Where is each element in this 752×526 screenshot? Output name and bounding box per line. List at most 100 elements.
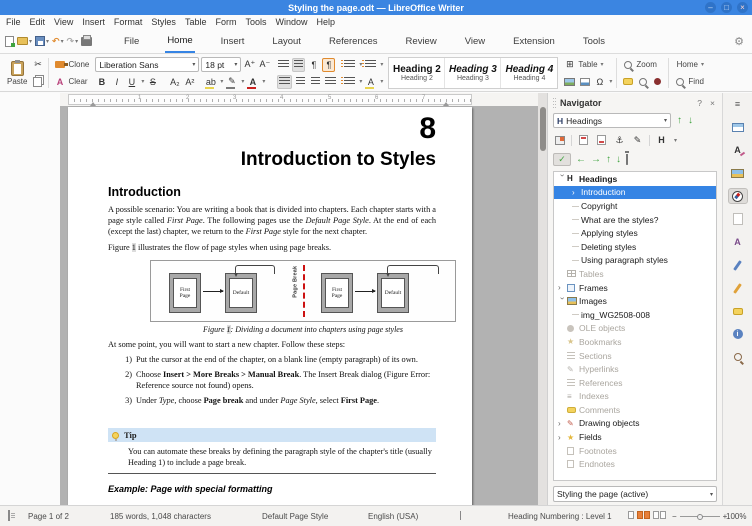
expander-icon[interactable]: › — [572, 188, 581, 197]
copy-button[interactable] — [31, 75, 44, 89]
text-direction-button[interactable]: ¶ — [322, 58, 335, 72]
table-dropdown-icon[interactable]: ▾ — [601, 61, 604, 68]
tree-item-copyright[interactable]: Copyright — [554, 199, 716, 213]
figure[interactable]: First Page Default Page Break First Page… — [150, 260, 456, 334]
document-selector-dropdown-icon[interactable]: ▾ — [710, 491, 713, 498]
tree-item-deleting-styles[interactable]: Deleting styles — [554, 240, 716, 254]
increase-indent-button[interactable] — [277, 58, 290, 72]
record-track-changes-button[interactable] — [651, 75, 664, 89]
sidebar-tab-comments[interactable] — [728, 303, 748, 319]
book-view-button-2[interactable] — [660, 511, 666, 519]
zoom-slider[interactable]: −+ — [672, 512, 727, 521]
menu-insert[interactable]: Insert — [82, 17, 105, 27]
open-button[interactable]: ▾ — [17, 37, 32, 45]
navigator-close-button[interactable]: × — [708, 98, 717, 108]
content-navigation-view-button[interactable]: ✓ — [553, 153, 571, 166]
expander-icon[interactable]: › — [558, 433, 567, 442]
navigator-document-selector[interactable]: Styling the page (active) ▾ — [553, 486, 717, 502]
maximize-button[interactable]: □ — [721, 2, 732, 13]
tree-item-applying-styles[interactable]: Applying styles — [554, 226, 716, 240]
font-name-combobox[interactable]: Liberation Sans ▾ — [95, 57, 199, 72]
tree-item-drawing-objects[interactable]: › ✎ Drawing objects — [554, 417, 716, 431]
menu-help[interactable]: Help — [316, 17, 335, 27]
insert-chart-button[interactable] — [578, 75, 591, 89]
grow-font-button[interactable]: A⁺ — [243, 58, 256, 72]
tree-item-using-paragraph-styles[interactable]: Using paragraph styles — [554, 254, 716, 268]
character-highlighting-button[interactable]: ✎ — [225, 75, 238, 89]
sidebar-tab-style-inspector[interactable]: A — [728, 234, 748, 250]
minimize-button[interactable]: – — [705, 2, 716, 13]
undo-dropdown-icon[interactable]: ▾ — [61, 38, 64, 45]
redo-dropdown-icon[interactable]: ▾ — [75, 38, 78, 45]
superscript-button[interactable]: A² — [183, 75, 196, 89]
line-spacing-dropdown-icon[interactable]: ▾ — [359, 78, 362, 85]
document-modified-indicator[interactable] — [8, 511, 10, 520]
print-button[interactable] — [81, 37, 92, 46]
anchor-text-button[interactable]: ⚓ — [613, 133, 626, 147]
char-highlight-dropdown-icon[interactable]: ▾ — [241, 78, 244, 85]
expander-icon[interactable]: › — [558, 419, 567, 428]
single-page-view-button[interactable] — [628, 511, 634, 519]
font-color-dropdown-icon[interactable]: ▾ — [262, 78, 265, 85]
save-dropdown-icon[interactable]: ▾ — [46, 38, 49, 45]
comment-button[interactable] — [621, 75, 634, 89]
align-center-button[interactable] — [294, 75, 307, 89]
sidebar-tab-styles[interactable]: A — [728, 142, 748, 158]
ordered-list-dropdown-icon[interactable]: ▾ — [380, 61, 383, 68]
align-right-button[interactable] — [309, 75, 322, 89]
tab-review[interactable]: Review — [404, 29, 439, 53]
italic-button[interactable]: I — [110, 75, 123, 89]
bold-button[interactable]: B — [95, 75, 108, 89]
highlight-color-button[interactable]: ab — [204, 75, 217, 89]
header-button[interactable] — [577, 133, 590, 147]
show-track-changes-button[interactable] — [636, 75, 649, 89]
left-margin-marker[interactable] — [90, 102, 96, 106]
tree-item-images[interactable]: › Images — [554, 294, 716, 308]
multi-page-view-button[interactable] — [637, 511, 643, 519]
subscript-button[interactable]: A₂ — [168, 75, 181, 89]
menu-styles[interactable]: Styles — [151, 17, 176, 27]
navigate-by-dropdown-icon[interactable]: ▾ — [664, 117, 667, 124]
tab-references[interactable]: References — [327, 29, 380, 53]
expander-icon[interactable]: › — [558, 283, 567, 292]
zoom-out-icon[interactable]: − — [672, 512, 677, 521]
sidebar-tab-gallery[interactable] — [728, 165, 748, 181]
statusbar-word-count[interactable]: 185 words, 1,048 characters — [110, 512, 211, 521]
insert-image-button[interactable] — [563, 75, 576, 89]
special-character-dropdown-icon[interactable]: ▾ — [609, 78, 612, 85]
tree-item-introduction[interactable]: › Introduction — [554, 186, 716, 200]
statusbar-language[interactable]: English (USA) — [368, 512, 418, 521]
promote-level-button[interactable]: ← — [576, 154, 586, 165]
expander-icon[interactable]: › — [558, 297, 567, 306]
tree-item-headings[interactable]: › H Headings — [554, 172, 716, 186]
shrink-font-button[interactable]: A⁻ — [258, 58, 271, 72]
find-button[interactable] — [673, 75, 686, 89]
sidebar-tab-accessibility[interactable]: i — [728, 326, 748, 342]
style-heading2[interactable]: Heading 2 Heading 2 — [389, 58, 445, 88]
zoom-button[interactable] — [621, 58, 634, 72]
zoom-slider-track[interactable] — [680, 516, 720, 517]
menu-format[interactable]: Format — [114, 17, 143, 27]
underline-button[interactable]: U — [125, 75, 138, 89]
menu-table[interactable]: Table — [185, 17, 207, 27]
demote-level-button[interactable]: → — [591, 154, 601, 165]
tab-layout[interactable]: Layout — [270, 29, 303, 53]
font-name-dropdown-icon[interactable]: ▾ — [192, 61, 195, 68]
table-button[interactable]: ⊞ — [563, 58, 576, 72]
strikethrough-button[interactable]: S — [146, 75, 159, 89]
home-menu-button[interactable]: Home — [677, 60, 698, 69]
sidebar-settings-button[interactable]: ≡ — [728, 96, 748, 112]
right-margin-marker[interactable] — [443, 102, 449, 106]
document-view[interactable]: 1 2 3 4 5 6 7 8 Introduction to Styles I… — [60, 93, 547, 505]
tree-item-frames[interactable]: › Frames — [554, 281, 716, 295]
font-color-button[interactable]: A — [246, 75, 259, 89]
sidebar-tab-navigator[interactable] — [728, 188, 748, 204]
demote-chapter-button[interactable]: ↓ — [616, 154, 621, 165]
paragraph-background-dropdown-icon[interactable]: ▾ — [380, 78, 383, 85]
tree-item-img-wg2508-008[interactable]: img_WG2508-008 — [554, 308, 716, 322]
delete-heading-button[interactable] — [626, 154, 628, 164]
formatting-marks-button[interactable]: ¶ — [307, 58, 320, 72]
statusbar-zoom-level[interactable]: 100% — [726, 512, 746, 521]
multi-page-view-button-2[interactable] — [644, 511, 650, 519]
menu-file[interactable]: File — [6, 17, 21, 27]
